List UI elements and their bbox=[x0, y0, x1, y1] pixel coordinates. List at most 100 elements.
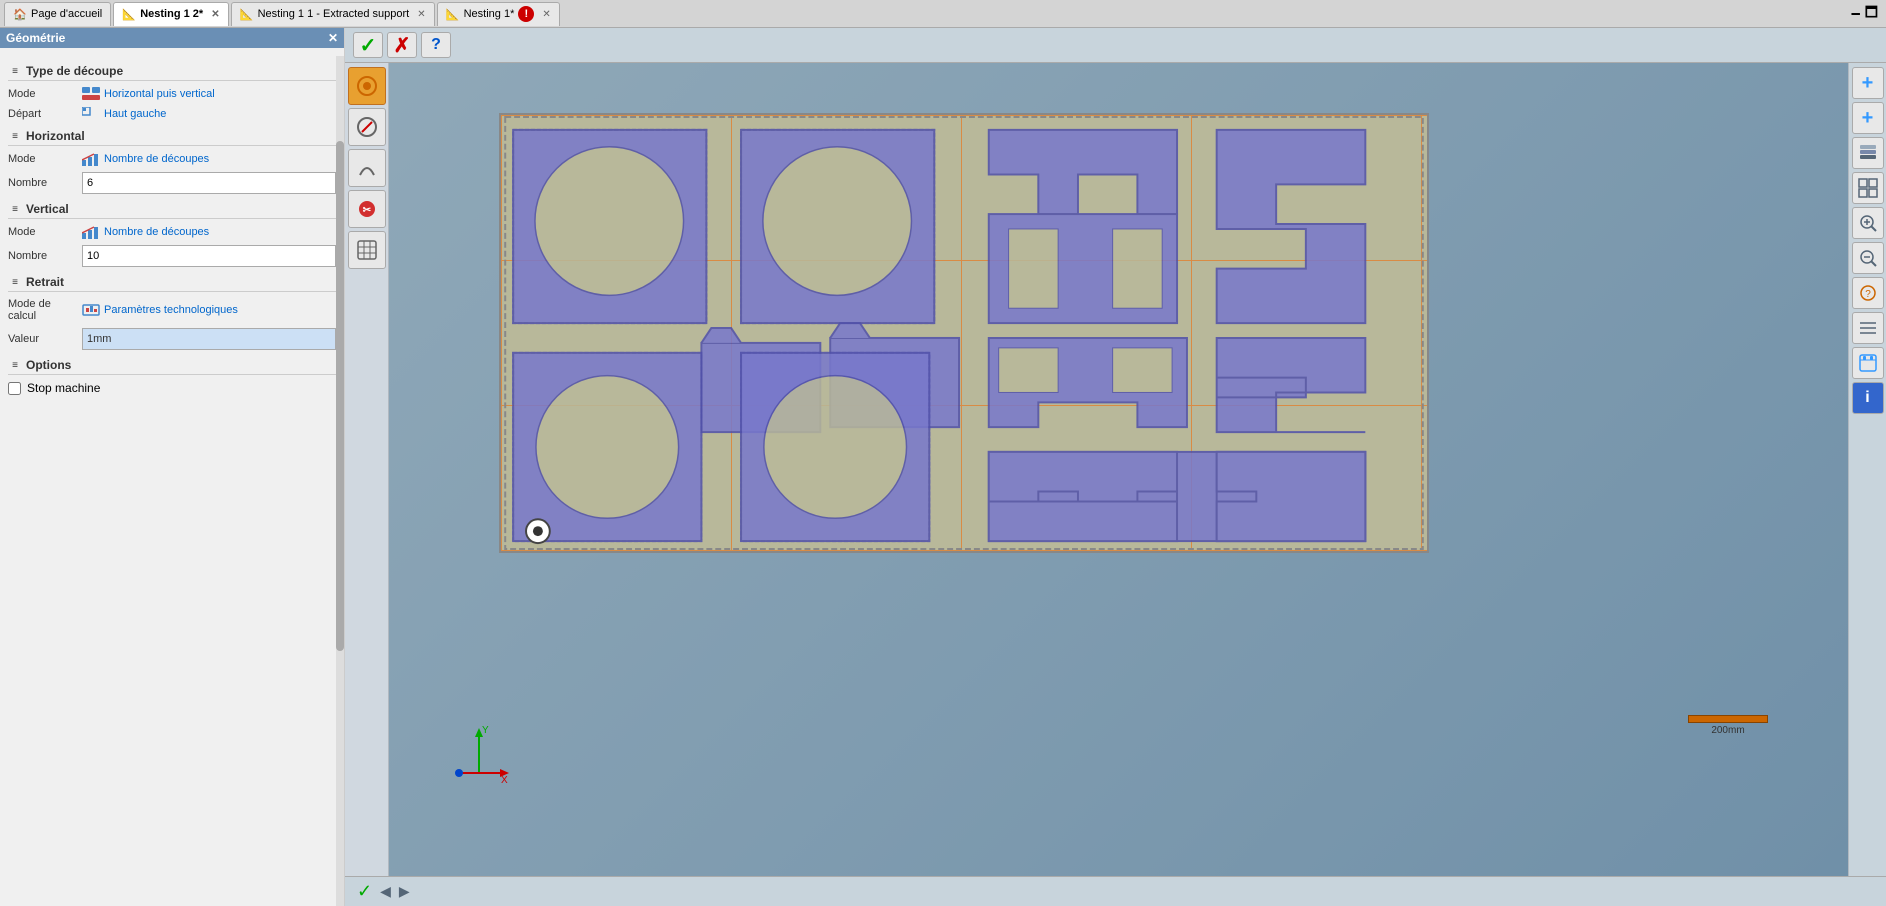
svg-text:?: ? bbox=[1865, 289, 1871, 300]
label-mode-decoupe: Mode bbox=[8, 88, 78, 100]
part-9 bbox=[513, 353, 701, 541]
cursor-tool-btn[interactable] bbox=[348, 67, 386, 105]
grid-icon bbox=[1858, 178, 1878, 198]
scale-bar: 200mm bbox=[1688, 715, 1768, 736]
layers-btn[interactable] bbox=[1852, 137, 1884, 169]
section-retrait: ≡ Retrait bbox=[8, 275, 336, 292]
panel-scrollbar[interactable] bbox=[336, 56, 344, 906]
cut-tool-icon: ✂ bbox=[356, 198, 378, 220]
info-btn[interactable]: i bbox=[1852, 382, 1884, 414]
left-toolbar: ✂ bbox=[345, 63, 389, 876]
label-nombre-horizontal: Nombre bbox=[8, 177, 78, 189]
main-area: Géométrie ✕ ≡ Type de découpe Mode bbox=[0, 28, 1886, 906]
input-nombre-horizontal[interactable] bbox=[82, 172, 336, 194]
label-mode-horizontal: Mode bbox=[8, 153, 78, 165]
canvas-container: ✂ bbox=[345, 63, 1886, 876]
field-nombre-horizontal: Nombre bbox=[8, 172, 336, 194]
line-tool-btn[interactable] bbox=[348, 149, 386, 187]
value-nombre-horizontal[interactable] bbox=[82, 172, 336, 194]
section-horizontal: ≡ Horizontal bbox=[8, 129, 336, 146]
scale-line bbox=[1688, 715, 1768, 723]
settings-btn[interactable] bbox=[1852, 347, 1884, 379]
part-10 bbox=[741, 353, 929, 541]
right-sidebar: + + bbox=[1848, 63, 1886, 876]
tab-nesting11[interactable]: 📐 Nesting 1 1 - Extracted support ✕ bbox=[231, 2, 435, 26]
status-check: ✓ bbox=[357, 881, 372, 902]
field-nombre-vertical: Nombre bbox=[8, 245, 336, 267]
part-11 bbox=[989, 452, 1366, 541]
window-maximize[interactable]: 🗖 bbox=[1865, 2, 1878, 26]
zoom-in-btn[interactable]: + bbox=[1852, 67, 1884, 99]
grid-btn[interactable] bbox=[1852, 172, 1884, 204]
tab-home[interactable]: 🏠 Page d'accueil bbox=[4, 2, 111, 26]
pan-btn[interactable]: ? bbox=[1852, 277, 1884, 309]
field-depart: Départ Haut gauche bbox=[8, 107, 336, 121]
field-mode-calcul: Mode de calcul Paramètres technologiques bbox=[8, 298, 336, 322]
panel-content: ≡ Type de découpe Mode Horizontal puis v… bbox=[0, 48, 344, 906]
arc-tool-btn[interactable] bbox=[348, 108, 386, 146]
section-icon-options: ≡ bbox=[8, 358, 22, 372]
part-2 bbox=[741, 130, 934, 323]
action-toolbar: ✓ ✗ ? bbox=[345, 28, 1886, 63]
label-mode-calcul: Mode de calcul bbox=[8, 298, 78, 322]
cursor-tool-icon bbox=[356, 75, 378, 97]
line-tool-icon bbox=[356, 157, 378, 179]
cut-tool-btn[interactable]: ✂ bbox=[348, 190, 386, 228]
status-nav-next[interactable]: ▶ bbox=[399, 883, 410, 900]
axis-svg: Y X bbox=[449, 723, 509, 783]
list-btn[interactable] bbox=[1852, 312, 1884, 344]
checkbox-stop-machine-input[interactable] bbox=[8, 382, 21, 395]
tab-nesting12[interactable]: 📐 Nesting 1 2* ✕ bbox=[113, 2, 228, 26]
help-button[interactable]: ? bbox=[421, 32, 451, 58]
input-valeur-retrait[interactable] bbox=[82, 328, 336, 350]
nesting-icon-3: 📐 bbox=[446, 7, 460, 21]
value-mode-horizontal: Nombre de découpes bbox=[82, 152, 336, 166]
part-1 bbox=[513, 130, 706, 323]
section-icon-decoupe: ≡ bbox=[8, 64, 22, 78]
section-icon-horizontal: ≡ bbox=[8, 129, 22, 143]
tab-close-2[interactable]: ✕ bbox=[417, 9, 425, 20]
search-minus-btn[interactable] bbox=[1852, 242, 1884, 274]
input-nombre-vertical[interactable] bbox=[82, 245, 336, 267]
section-options: ≡ Options bbox=[8, 358, 336, 375]
grid-view-icon bbox=[356, 239, 378, 261]
field-mode-decoupe: Mode Horizontal puis vertical bbox=[8, 87, 336, 101]
label-nombre-vertical: Nombre bbox=[8, 250, 78, 262]
section-icon-vertical: ≡ bbox=[8, 202, 22, 216]
nombre-decoupes-h-icon bbox=[82, 152, 100, 166]
label-valeur: Valeur bbox=[8, 333, 78, 345]
pan-icon: ? bbox=[1858, 283, 1878, 303]
link-horizontal-vertical[interactable]: Horizontal puis vertical bbox=[82, 87, 215, 101]
part-8 bbox=[1217, 338, 1366, 432]
link-nombre-decoupes-h[interactable]: Nombre de découpes bbox=[82, 152, 209, 166]
nesting-icon-1: 📐 bbox=[122, 7, 136, 21]
tab-nesting1[interactable]: 📐 Nesting 1* ! ✕ bbox=[437, 2, 560, 26]
part-4 bbox=[1217, 130, 1366, 323]
value-mode-vertical: Nombre de découpes bbox=[82, 225, 336, 239]
tab-close-3[interactable]: ✕ bbox=[542, 9, 550, 20]
haut-gauche-icon bbox=[82, 107, 100, 121]
horizontal-vertical-icon bbox=[82, 87, 100, 101]
link-haut-gauche[interactable]: Haut gauche bbox=[82, 107, 166, 121]
tab-close-1[interactable]: ✕ bbox=[211, 9, 219, 20]
panel-close-btn[interactable]: ✕ bbox=[328, 31, 338, 45]
left-panel: Géométrie ✕ ≡ Type de découpe Mode bbox=[0, 28, 345, 906]
window-minimize[interactable]: 🗕 bbox=[1851, 2, 1861, 26]
panel-scroll-thumb[interactable] bbox=[336, 141, 344, 651]
link-nombre-decoupes-v[interactable]: Nombre de découpes bbox=[82, 225, 209, 239]
section-icon-retrait: ≡ bbox=[8, 275, 22, 289]
search-plus-btn[interactable] bbox=[1852, 207, 1884, 239]
zoom-btn-2[interactable]: + bbox=[1852, 102, 1884, 134]
grid-view-btn[interactable] bbox=[348, 231, 386, 269]
value-nombre-vertical[interactable] bbox=[82, 245, 336, 267]
nesting-svg bbox=[501, 115, 1427, 551]
link-parametres-techno[interactable]: Paramètres technologiques bbox=[82, 303, 238, 317]
value-valeur[interactable] bbox=[82, 328, 336, 350]
canvas-area[interactable]: 200mm Y X bbox=[389, 63, 1848, 876]
confirm-button[interactable]: ✓ bbox=[353, 32, 383, 58]
label-depart: Départ bbox=[8, 108, 78, 120]
svg-text:✂: ✂ bbox=[362, 205, 371, 216]
parametres-techno-icon bbox=[82, 303, 100, 317]
status-nav-prev[interactable]: ◀ bbox=[380, 883, 391, 900]
cancel-button[interactable]: ✗ bbox=[387, 32, 417, 58]
